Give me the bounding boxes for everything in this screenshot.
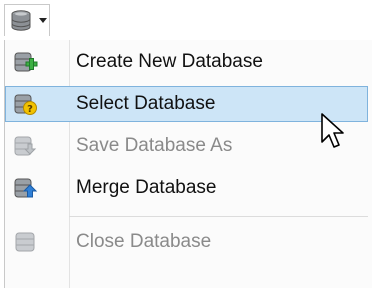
menu-separator [69,216,368,217]
database-close-icon [13,231,39,260]
menu-item-label: Merge Database [76,177,217,198]
database-add-icon [13,51,39,80]
database-question-icon: ? [13,93,39,122]
database-save-icon [13,135,39,164]
mouse-pointer-icon [320,112,344,157]
menu-item-merge-database[interactable]: Merge Database [5,170,368,206]
database-merge-icon [13,177,39,206]
menu-item-create-new-database[interactable]: Create New Database [5,44,368,80]
database-menu-button[interactable] [4,4,50,36]
caret-down-icon[interactable] [39,18,47,23]
menu-item-label: Select Database [76,93,216,114]
menu-item-select-database[interactable]: ? Select Database [5,86,368,122]
menu-item-label: Create New Database [76,51,263,72]
toolbar [0,0,372,40]
menu-item-label: Close Database [76,231,212,252]
database-dropdown-menu: Create New Database ? Select Database Sa… [4,40,372,288]
menu-item-label: Save Database As [76,135,233,156]
database-icon [9,9,35,38]
menu-item-save-database-as[interactable]: Save Database As [5,128,368,164]
menu-item-close-database[interactable]: Close Database [5,224,368,260]
svg-text:?: ? [27,104,33,115]
